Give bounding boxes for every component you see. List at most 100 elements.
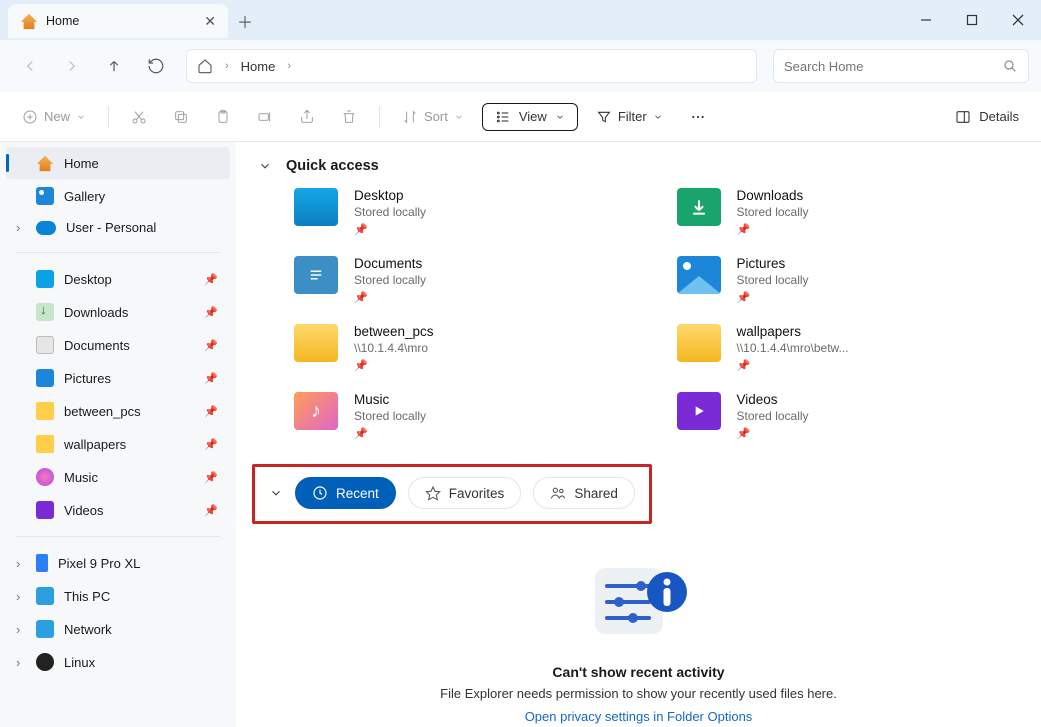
- qa-item-pictures[interactable]: PicturesStored locally📌: [677, 256, 1020, 304]
- sidebar-item-desktop[interactable]: Desktop📌: [6, 263, 230, 295]
- pin-icon: 📌: [737, 291, 809, 304]
- sidebar: Home Gallery User - Personal Desktop📌 Do…: [0, 142, 236, 727]
- qa-item-music[interactable]: ♪ MusicStored locally📌: [294, 392, 637, 440]
- window-close-button[interactable]: [995, 0, 1041, 40]
- delete-button[interactable]: [333, 103, 365, 131]
- breadcrumb-segment[interactable]: Home: [241, 59, 276, 74]
- sidebar-item-gallery[interactable]: Gallery: [6, 180, 230, 212]
- new-button[interactable]: New: [14, 103, 94, 131]
- chevron-down-icon: [653, 112, 663, 122]
- separator: [379, 106, 380, 128]
- folder-icon: [677, 324, 721, 362]
- more-button[interactable]: [681, 103, 715, 131]
- sidebar-item-documents[interactable]: Documents📌: [6, 329, 230, 361]
- chevron-right-icon: ›: [287, 60, 291, 72]
- filter-button[interactable]: Filter: [588, 103, 671, 131]
- nav-forward-button[interactable]: [54, 48, 90, 84]
- pin-icon: 📌: [354, 223, 426, 236]
- sidebar-item-network[interactable]: Network: [6, 613, 230, 645]
- rename-button[interactable]: [249, 103, 281, 131]
- tab-favorites[interactable]: Favorites: [408, 477, 522, 509]
- main: Home Gallery User - Personal Desktop📌 Do…: [0, 142, 1041, 727]
- pin-icon: 📌: [204, 372, 218, 385]
- sidebar-item-downloads[interactable]: Downloads📌: [6, 296, 230, 328]
- nav-refresh-button[interactable]: [138, 48, 174, 84]
- search-input[interactable]: [784, 59, 992, 74]
- sidebar-item-between-pcs[interactable]: between_pcs📌: [6, 395, 230, 427]
- paste-button[interactable]: [207, 103, 239, 131]
- chevron-down-icon[interactable]: [258, 159, 272, 173]
- qa-item-between-pcs[interactable]: between_pcs\\10.1.4.4\mro📌: [294, 324, 637, 372]
- paste-icon: [215, 109, 231, 125]
- chevron-down-icon[interactable]: [269, 486, 283, 500]
- minimize-button[interactable]: [903, 0, 949, 40]
- content-pane: Quick access DesktopStored locally📌 Down…: [236, 142, 1041, 727]
- window-controls: [903, 0, 1041, 40]
- copy-button[interactable]: [165, 103, 197, 131]
- sidebar-item-user-personal[interactable]: User - Personal: [6, 213, 230, 242]
- details-icon: [955, 109, 971, 125]
- view-button[interactable]: View: [482, 103, 578, 131]
- tab-title: Home: [46, 14, 196, 28]
- recent-tabs-highlight: Recent Favorites Shared: [252, 464, 652, 524]
- qa-item-desktop[interactable]: DesktopStored locally📌: [294, 188, 637, 236]
- documents-folder-icon: [294, 256, 338, 294]
- copy-icon: [173, 109, 189, 125]
- list-icon: [495, 109, 511, 125]
- trash-icon: [341, 109, 357, 125]
- filter-icon: [596, 109, 612, 125]
- pin-icon: 📌: [737, 359, 849, 372]
- tab-recent[interactable]: Recent: [295, 477, 396, 509]
- details-pane-button[interactable]: Details: [947, 103, 1027, 131]
- share-icon: [299, 109, 315, 125]
- sort-icon: [402, 109, 418, 125]
- cut-button[interactable]: [123, 103, 155, 131]
- chevron-down-icon: [76, 112, 86, 122]
- empty-link[interactable]: Open privacy settings in Folder Options: [525, 709, 753, 724]
- nav-back-button[interactable]: [12, 48, 48, 84]
- pin-icon: 📌: [204, 471, 218, 484]
- maximize-button[interactable]: [949, 0, 995, 40]
- titlebar: Home ✕ ＋: [0, 0, 1041, 40]
- pin-icon: 📌: [737, 427, 809, 440]
- window-tab[interactable]: Home ✕: [8, 4, 228, 38]
- qa-item-wallpapers[interactable]: wallpapers\\10.1.4.4\mro\betw...📌: [677, 324, 1020, 372]
- tab-shared[interactable]: Shared: [533, 477, 635, 509]
- tab-close-icon[interactable]: ✕: [204, 13, 216, 30]
- pin-icon: 📌: [204, 438, 218, 451]
- sidebar-item-this-pc[interactable]: This PC: [6, 580, 230, 612]
- qa-item-videos[interactable]: VideosStored locally📌: [677, 392, 1020, 440]
- phone-icon: [36, 554, 48, 572]
- new-tab-button[interactable]: ＋: [228, 4, 262, 38]
- qa-item-downloads[interactable]: DownloadsStored locally📌: [677, 188, 1020, 236]
- sidebar-item-music[interactable]: Music📌: [6, 461, 230, 493]
- pictures-icon: [36, 369, 54, 387]
- quick-access-header[interactable]: Quick access: [258, 158, 1019, 174]
- home-icon: [36, 154, 54, 172]
- sidebar-item-wallpapers[interactable]: wallpapers📌: [6, 428, 230, 460]
- sidebar-item-pixel[interactable]: Pixel 9 Pro XL: [6, 547, 230, 579]
- sort-button[interactable]: Sort: [394, 103, 472, 131]
- sidebar-item-home[interactable]: Home: [6, 147, 230, 179]
- network-icon: [36, 620, 54, 638]
- qa-item-documents[interactable]: DocumentsStored locally📌: [294, 256, 637, 304]
- pin-icon: 📌: [204, 273, 218, 286]
- onedrive-icon: [36, 221, 56, 235]
- gallery-icon: [36, 187, 54, 205]
- folder-icon: [36, 435, 54, 453]
- videos-folder-icon: [677, 392, 721, 430]
- clock-icon: [312, 485, 328, 501]
- breadcrumb[interactable]: › Home ›: [186, 49, 757, 83]
- share-button[interactable]: [291, 103, 323, 131]
- pin-icon: 📌: [204, 339, 218, 352]
- sidebar-item-videos[interactable]: Videos📌: [6, 494, 230, 526]
- nav-up-button[interactable]: [96, 48, 132, 84]
- search-box[interactable]: [773, 49, 1029, 83]
- cut-icon: [131, 109, 147, 125]
- search-icon: [1002, 58, 1018, 74]
- downloads-icon: [36, 303, 54, 321]
- sidebar-item-pictures[interactable]: Pictures📌: [6, 362, 230, 394]
- sidebar-item-linux[interactable]: Linux: [6, 646, 230, 678]
- chevron-down-icon: [555, 112, 565, 122]
- chevron-right-icon: ›: [225, 60, 229, 72]
